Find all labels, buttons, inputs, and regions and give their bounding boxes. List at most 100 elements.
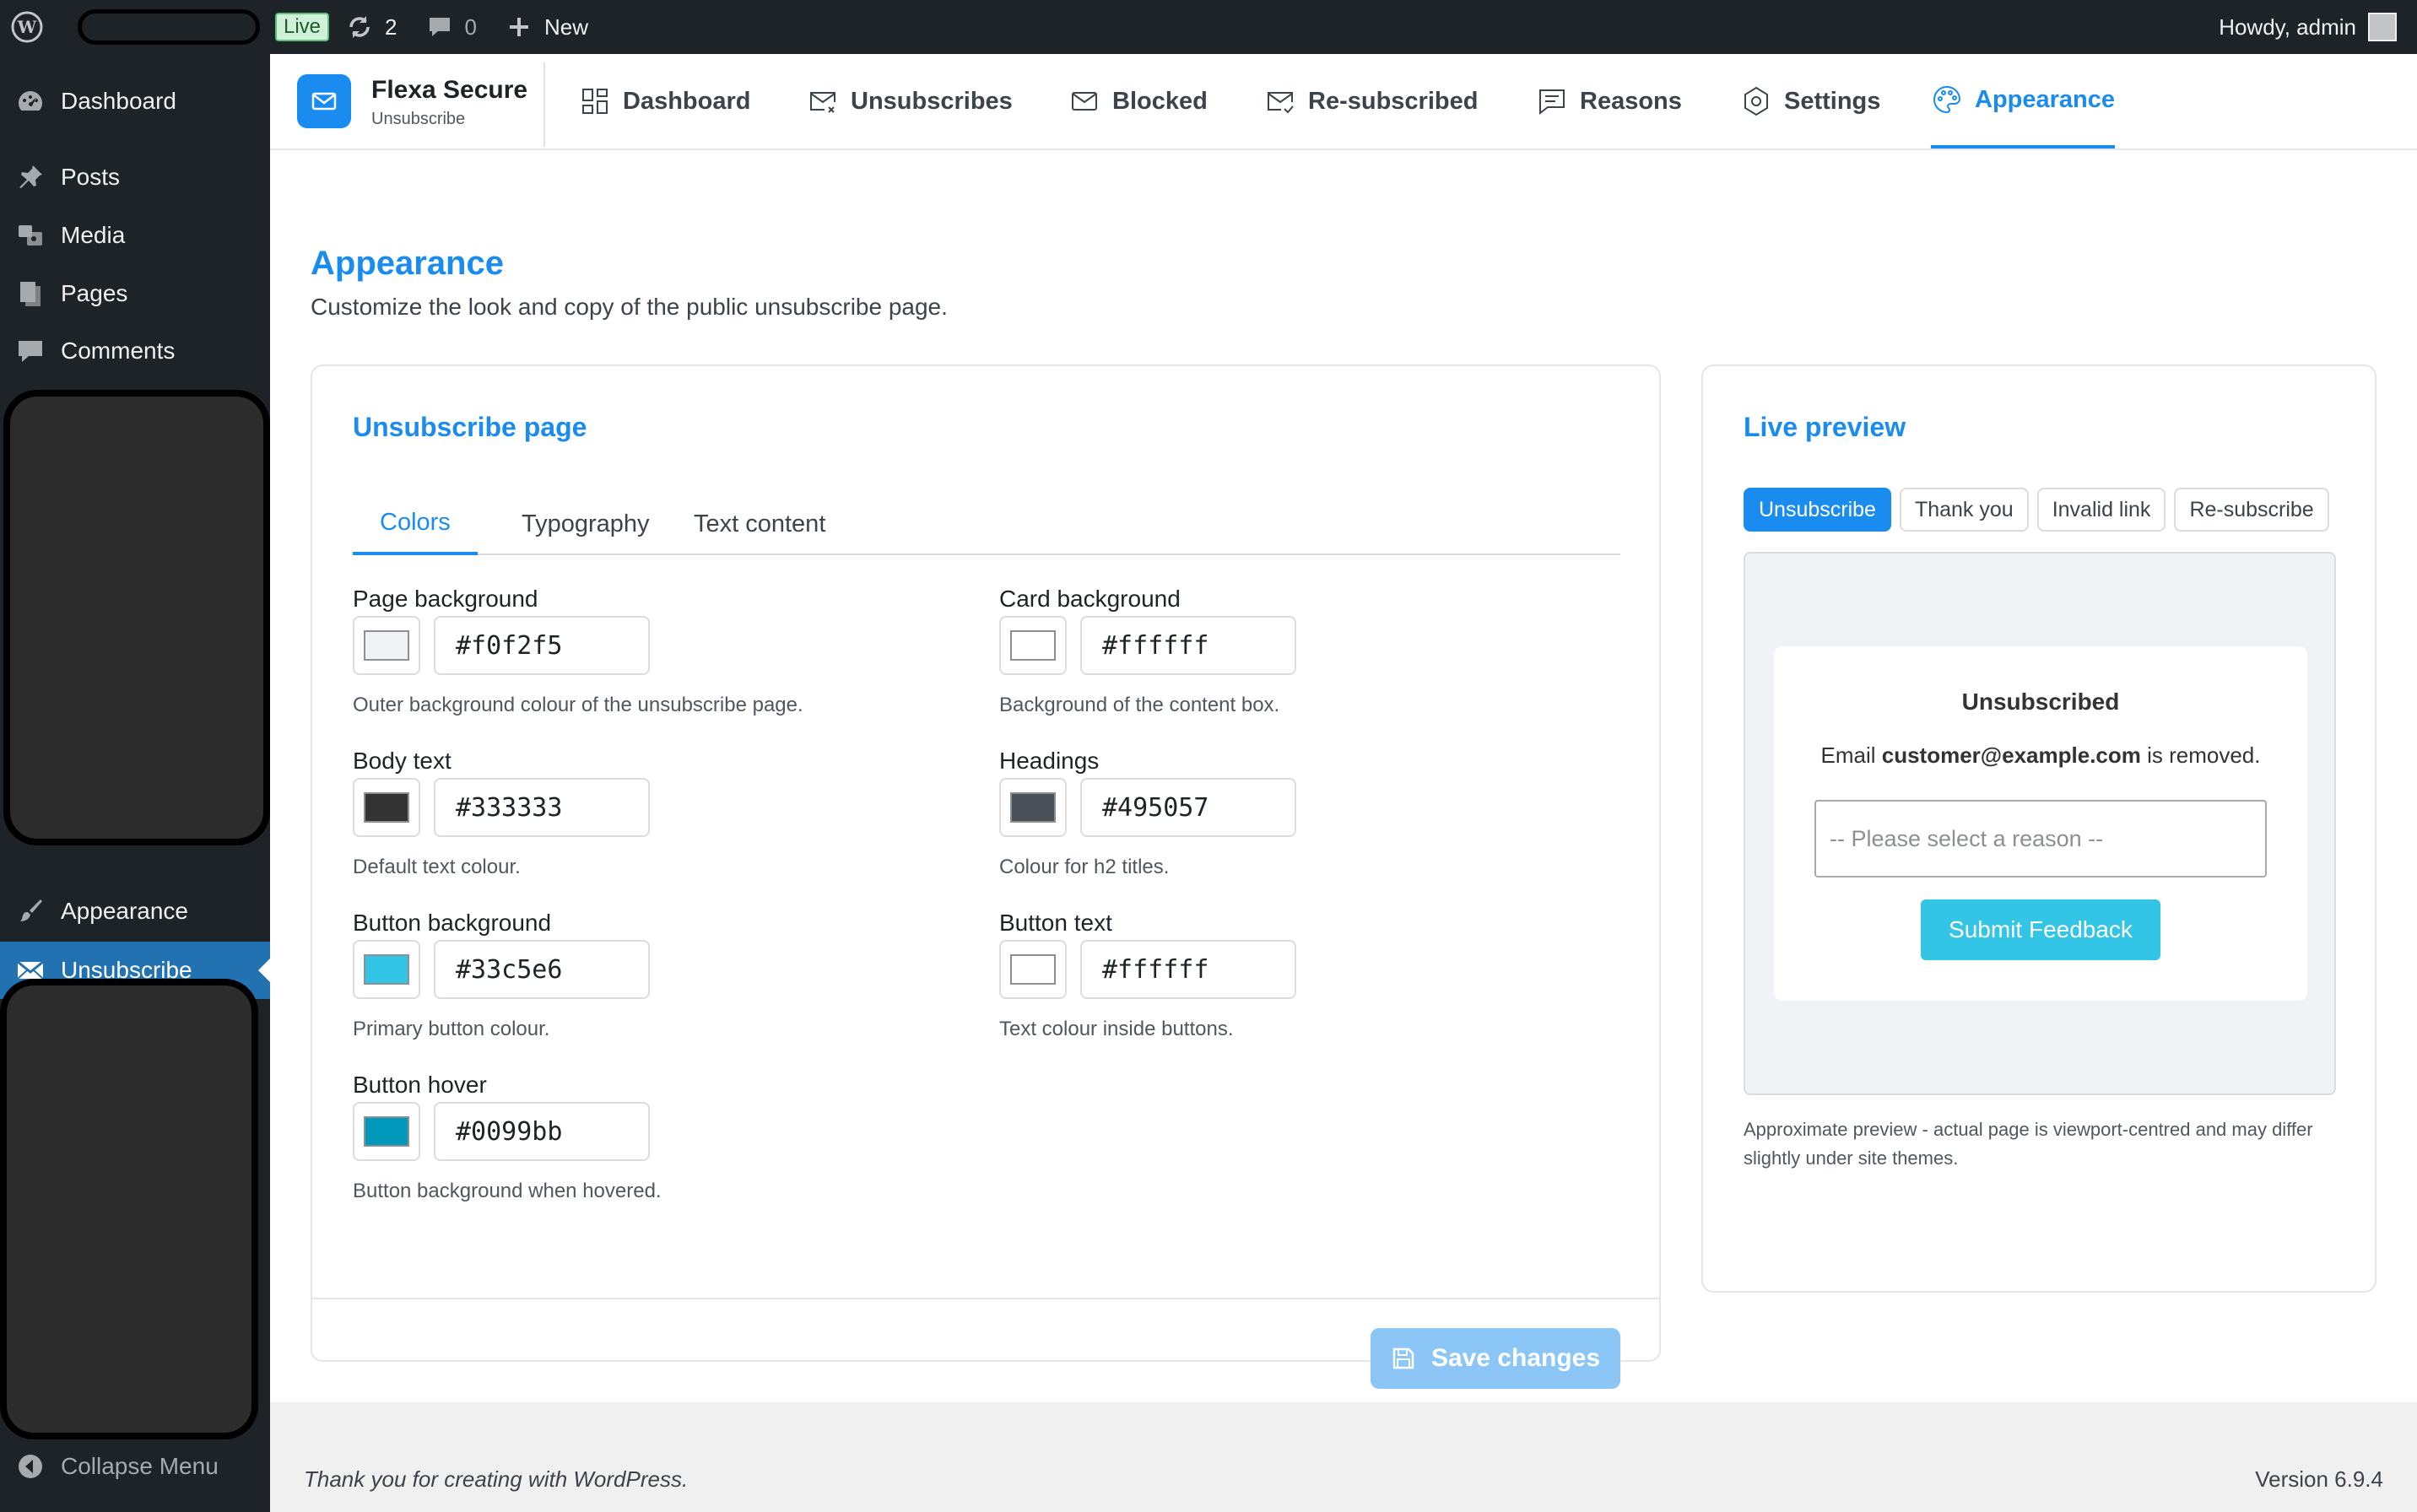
color-picker-button[interactable]	[353, 616, 420, 675]
avatar	[2368, 13, 2397, 41]
wordpress-logo-icon[interactable]: W	[0, 0, 54, 54]
dashboard-icon	[0, 86, 61, 116]
footer-version: Version 6.9.4	[2255, 1466, 2383, 1492]
palette-icon	[1933, 85, 1961, 114]
tab-text-content[interactable]: Text content	[667, 493, 852, 555]
field-body-text: Body text #333333 Default text colour.	[353, 748, 944, 879]
new-content-button[interactable]: New	[506, 0, 588, 54]
tab-settings[interactable]: Settings	[1740, 54, 1880, 148]
field-page-background: Page background #f0f2f5 Outer background…	[353, 586, 944, 717]
hex-color-input[interactable]: #333333	[434, 778, 650, 837]
color-picker-button[interactable]	[353, 1102, 420, 1161]
color-swatch	[364, 1116, 409, 1147]
hex-color-input[interactable]: #ffffff	[1080, 940, 1296, 999]
color-swatch	[364, 630, 409, 661]
svg-text:W: W	[17, 17, 37, 37]
field-label: Button hover	[353, 1072, 487, 1098]
header-divider	[543, 62, 545, 147]
color-picker-button[interactable]	[999, 616, 1067, 675]
sidebar-item-label: Media	[61, 222, 126, 248]
tab-reasons[interactable]: Reasons	[1536, 54, 1682, 148]
hex-color-input[interactable]: #f0f2f5	[434, 616, 650, 675]
field-help: Button background when hovered.	[353, 1180, 662, 1202]
page-title: Appearance	[311, 245, 504, 282]
tab-colors[interactable]: Colors	[353, 493, 478, 555]
page-description: Customize the look and copy of the publi…	[311, 294, 948, 320]
collapse-menu-label: Collapse Menu	[61, 1453, 219, 1479]
sidebar-item-pages[interactable]: Pages	[0, 265, 270, 322]
tab-label: Blocked	[1112, 87, 1208, 115]
plugin-subtitle: Unsubscribe	[371, 110, 466, 128]
sidebar-item-media[interactable]: Media	[0, 207, 270, 264]
card-title: Unsubscribe page	[353, 412, 587, 442]
mail-check-icon	[1268, 92, 1294, 114]
tab-label: Dashboard	[623, 87, 751, 115]
sidebar-item-posts[interactable]: Posts	[0, 148, 270, 206]
field-label: Headings	[999, 748, 1100, 774]
hex-color-input[interactable]: #33c5e6	[434, 940, 650, 999]
email-suffix: is removed.	[2147, 742, 2261, 768]
tab-appearance[interactable]: Appearance	[1931, 54, 2116, 148]
field-help: Background of the content box.	[999, 694, 1280, 716]
field-label: Button text	[999, 910, 1112, 936]
color-picker-button[interactable]	[353, 940, 420, 999]
field-help: Text colour inside buttons.	[999, 1018, 1234, 1040]
save-changes-button[interactable]: Save changes	[1371, 1328, 1620, 1389]
footer-thanks: Thank you for creating with WordPress.	[304, 1466, 688, 1493]
settings-icon	[1744, 86, 1768, 116]
hex-color-input[interactable]: #495057	[1080, 778, 1296, 837]
hex-color-input[interactable]: #ffffff	[1080, 616, 1296, 675]
comments-count: 0	[464, 14, 477, 40]
comments-button[interactable]: 0	[426, 0, 477, 54]
admin-footer: Thank you for creating with WordPress. V…	[270, 1402, 2417, 1512]
footer-thanks-text: Thank you for creating with WordPress.	[304, 1466, 689, 1492]
preview-tab-invalid-link[interactable]: Invalid link	[2036, 488, 2166, 532]
reason-select[interactable]: -- Please select a reason --	[1814, 800, 2267, 878]
sidebar-item-dashboard[interactable]: Dashboard	[0, 73, 270, 130]
sidebar-item-label: Posts	[61, 164, 121, 190]
field-help: Colour for h2 titles.	[999, 856, 1170, 878]
plugin-name: Flexa Secure	[371, 76, 528, 104]
plus-icon	[509, 18, 528, 36]
tab-dashboard[interactable]: Dashboard	[579, 54, 750, 148]
sidebar-item-label: Comments	[61, 338, 176, 364]
field-label: Card background	[999, 586, 1181, 612]
sidebar-item-label: Dashboard	[61, 88, 176, 114]
sidebar-item-label: Pages	[61, 280, 128, 306]
preview-tab-re-subscribe[interactable]: Re-subscribe	[2174, 488, 2329, 532]
tab-re-subscribed[interactable]: Re-subscribed	[1264, 54, 1478, 148]
pin-icon	[0, 162, 61, 192]
color-picker-button[interactable]	[999, 940, 1067, 999]
card-footer-divider	[312, 1298, 1659, 1299]
tab-unsubscribes[interactable]: Unsubscribes	[807, 54, 1013, 148]
sidebar-item-label: Appearance	[61, 898, 189, 924]
color-picker-button[interactable]	[353, 778, 420, 837]
my-account-menu[interactable]: Howdy, admin	[2219, 0, 2397, 54]
redacted-menu-items	[3, 390, 270, 845]
preview-tab-unsubscribe[interactable]: Unsubscribe	[1744, 488, 1891, 532]
preview-note: Approximate preview - actual page is vie…	[1744, 1119, 2313, 1169]
tab-label: Appearance	[1975, 85, 2116, 113]
tab-blocked[interactable]: Blocked	[1068, 54, 1208, 148]
field-label: Page background	[353, 586, 538, 612]
sidebar-item-comments[interactable]: Comments	[0, 322, 270, 380]
updates-count: 2	[385, 14, 397, 40]
preview-tab-thank-you[interactable]: Thank you	[1899, 488, 2029, 532]
color-swatch	[1010, 630, 1056, 661]
admin-bar: W Live 2 0 New Howdy, admin	[0, 0, 2417, 54]
tab-label: Reasons	[1580, 87, 1682, 115]
updates-button[interactable]: 2	[346, 0, 397, 54]
email-address: customer@example.com	[1881, 742, 2141, 768]
tab-typography[interactable]: Typography	[495, 493, 677, 555]
sidebar-item-appearance[interactable]: Appearance	[0, 883, 270, 940]
hex-color-input[interactable]: #0099bb	[434, 1102, 650, 1161]
mail-icon	[1072, 92, 1097, 111]
comment-icon	[0, 336, 61, 366]
collapse-menu-button[interactable]: Collapse Menu	[0, 1438, 270, 1495]
message-icon	[1539, 89, 1565, 116]
preview-tabs: Unsubscribe Thank you Invalid link Re-su…	[1744, 488, 2329, 532]
preview-heading: Unsubscribed	[1961, 688, 2120, 715]
color-picker-button[interactable]	[999, 778, 1067, 837]
submit-feedback-button[interactable]: Submit Feedback	[1921, 899, 2160, 960]
card-title: Live preview	[1744, 412, 1906, 442]
